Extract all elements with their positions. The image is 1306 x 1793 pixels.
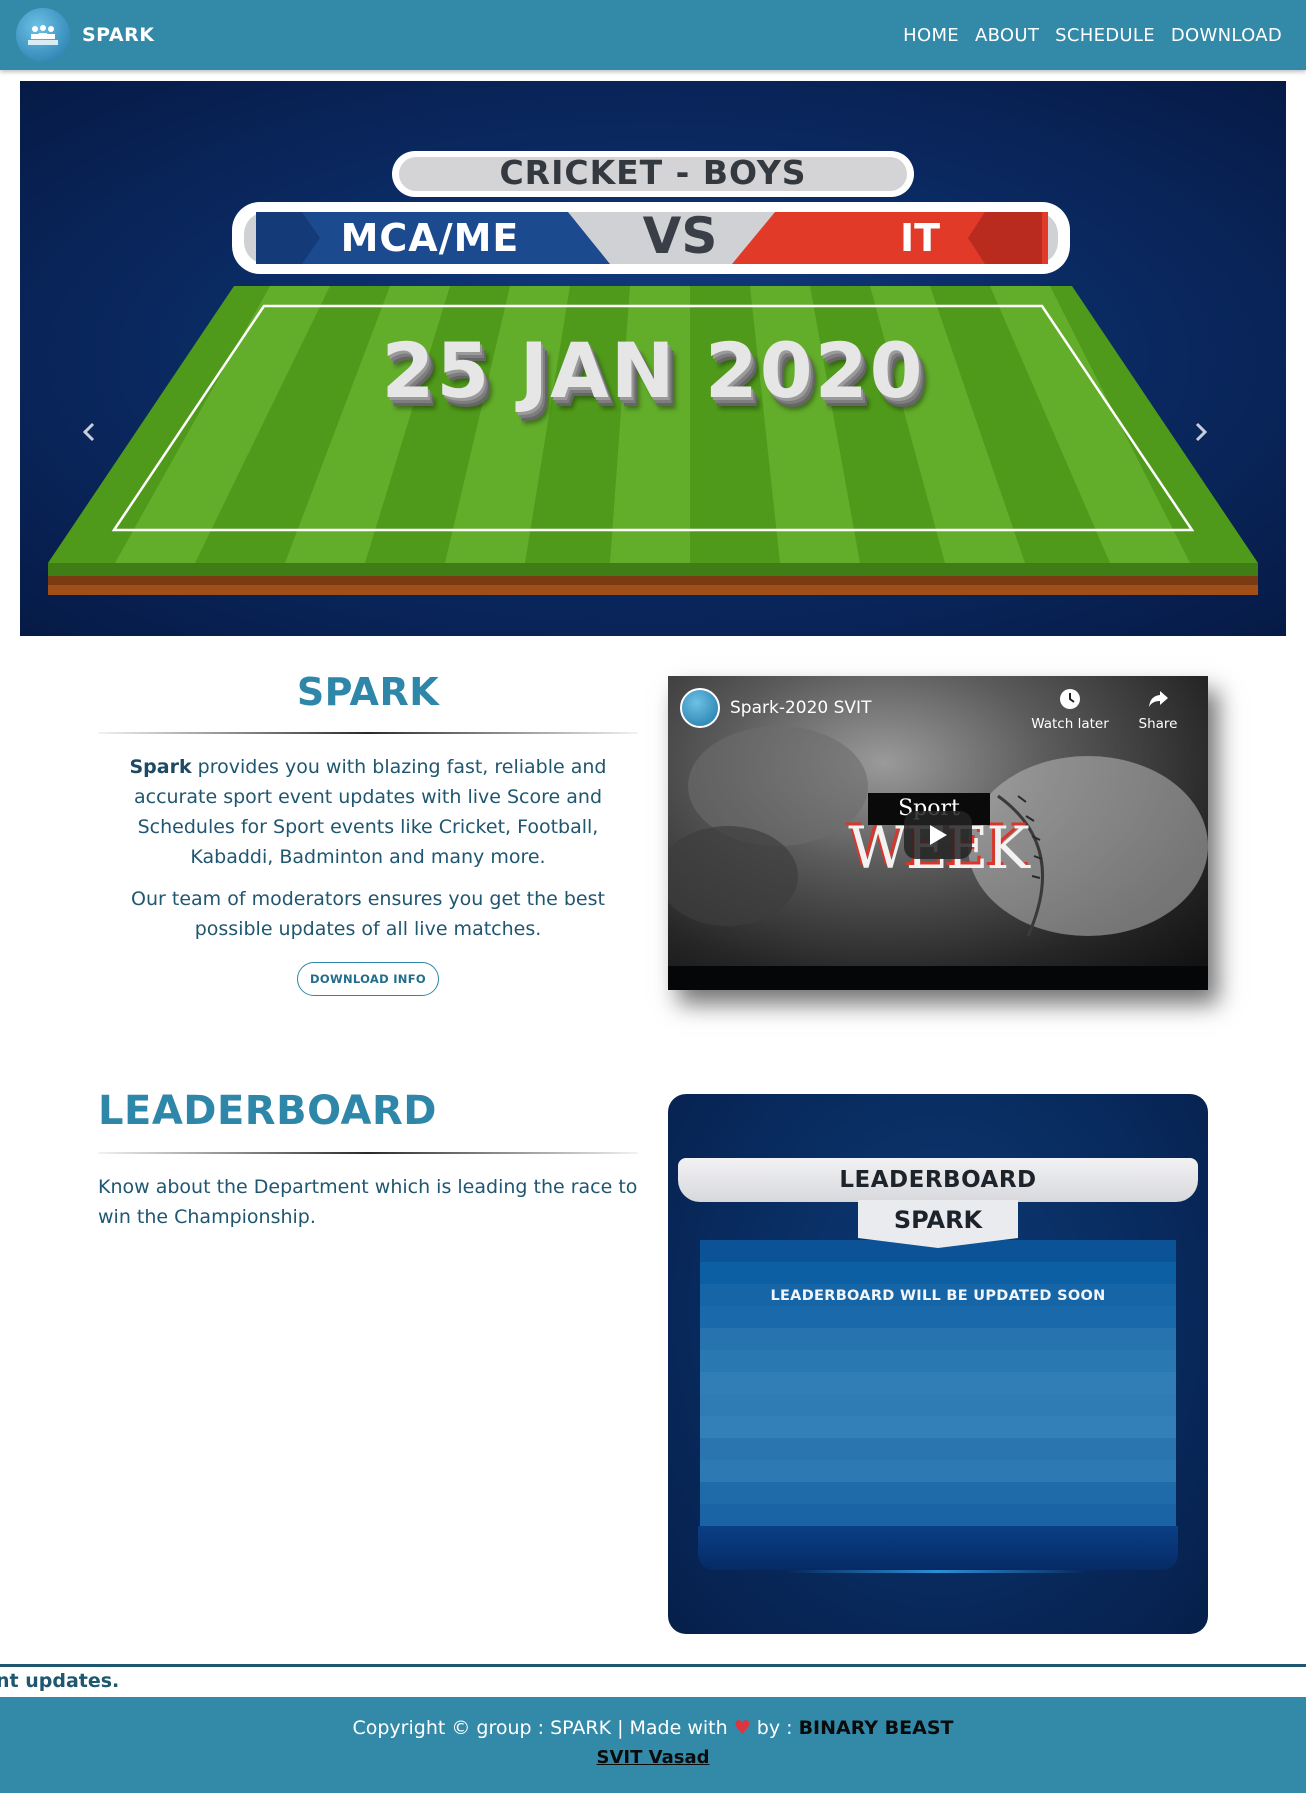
about-paragraph-1-text: provides you with blazing fast, reliable… [133, 756, 607, 868]
footer-copyright: Copyright © group : SPARK | Made with ♥ … [0, 1717, 1306, 1739]
channel-avatar[interactable] [680, 688, 720, 728]
leaderboard-row [700, 1328, 1176, 1350]
leaderboard-card-subtitle: SPARK [893, 1206, 983, 1234]
nav-link-home[interactable]: HOME [903, 25, 959, 46]
leaderboard-title: LEADERBOARD [98, 1088, 437, 1134]
carousel-prev-button[interactable] [82, 421, 112, 461]
leaderboard-row [700, 1438, 1176, 1460]
news-ticker: nt updates. [0, 1670, 120, 1692]
leaderboard-row [700, 1482, 1176, 1504]
leaderboard-card: LEADERBOARD SPARK LEADERBOARD WILL BE UP… [668, 1094, 1208, 1634]
footer: Copyright © group : SPARK | Made with ♥ … [0, 1697, 1306, 1793]
navbar: SPARK HOME ABOUT SCHEDULE DOWNLOAD [0, 0, 1306, 70]
leaderboard-glow [788, 1570, 1088, 1573]
nav-link-download[interactable]: DOWNLOAD [1171, 25, 1282, 46]
nav-link-about[interactable]: ABOUT [975, 25, 1039, 46]
heart-icon: ♥ [733, 1717, 751, 1739]
brand[interactable]: SPARK [16, 8, 154, 62]
nav-link-schedule[interactable]: SCHEDULE [1055, 25, 1155, 46]
video-player[interactable]: Spark-2020 SVIT Watch later Share WEEK S… [668, 676, 1208, 990]
video-title[interactable]: Spark-2020 SVIT [730, 698, 871, 718]
footer-by: by : [750, 1717, 799, 1739]
brand-logo-icon [16, 8, 70, 62]
leaderboard-description: Know about the Department which is leadi… [98, 1176, 638, 1228]
leaderboard-row [700, 1394, 1176, 1416]
leaderboard-row [700, 1460, 1176, 1482]
footer-prefix: Copyright © group : SPARK | Made with [352, 1717, 734, 1739]
leaderboard-row [700, 1306, 1176, 1328]
ticker-divider [0, 1664, 1306, 1667]
about-brand-bold: Spark [129, 756, 192, 778]
share-icon [1118, 688, 1198, 712]
carousel-next-button[interactable] [1194, 421, 1224, 461]
leaderboard-row [700, 1350, 1176, 1372]
play-icon [930, 825, 947, 845]
event-label: CRICKET - BOYS [499, 153, 807, 192]
about-divider [98, 732, 638, 734]
brand-name: SPARK [82, 24, 155, 46]
leaderboard-card-header: LEADERBOARD [678, 1158, 1198, 1202]
share-label: Share [1138, 716, 1178, 732]
hero-carousel: CRICKET - BOYS MCA/ME VS IT 25 JAN 2020 [20, 81, 1286, 636]
footer-svit-link[interactable]: SVIT Vasad [597, 1747, 710, 1768]
watch-later-label: Watch later [1031, 716, 1109, 732]
video-bottom-bar [668, 966, 1208, 990]
watch-later-button[interactable]: Watch later [1030, 688, 1110, 732]
leaderboard-row [700, 1262, 1176, 1284]
download-info-button[interactable]: DOWNLOAD INFO [297, 962, 439, 996]
leaderboard-row [700, 1372, 1176, 1394]
about-title: SPARK [296, 670, 440, 714]
share-button[interactable]: Share [1118, 688, 1198, 732]
nav-links: HOME ABOUT SCHEDULE DOWNLOAD [903, 25, 1282, 46]
footer-team: BINARY BEAST [798, 1717, 954, 1739]
match-date: 25 JAN 2020 [381, 326, 925, 415]
play-button[interactable] [904, 811, 972, 859]
leaderboard-message: LEADERBOARD WILL BE UPDATED SOON [770, 1288, 1106, 1304]
team-left: MCA/ME [340, 216, 520, 260]
chevron-left-icon [82, 422, 95, 442]
leaderboard-section: LEADERBOARD Know about the Department wh… [98, 1088, 638, 1232]
leaderboard-footer [698, 1526, 1178, 1570]
clock-icon [1030, 688, 1110, 712]
vs-label: VS [642, 207, 718, 265]
leaderboard-row [700, 1504, 1176, 1526]
about-paragraph-2: Our team of moderators ensures you get t… [131, 888, 605, 940]
leaderboard-table [700, 1240, 1176, 1526]
team-right: IT [899, 216, 941, 260]
about-paragraph-1: Spark provides you with blazing fast, re… [98, 752, 638, 872]
about-section: SPARK Spark provides you with blazing fa… [98, 670, 638, 996]
leaderboard-divider [98, 1152, 638, 1154]
chevron-right-icon [1195, 422, 1208, 442]
leaderboard-row [700, 1416, 1176, 1438]
